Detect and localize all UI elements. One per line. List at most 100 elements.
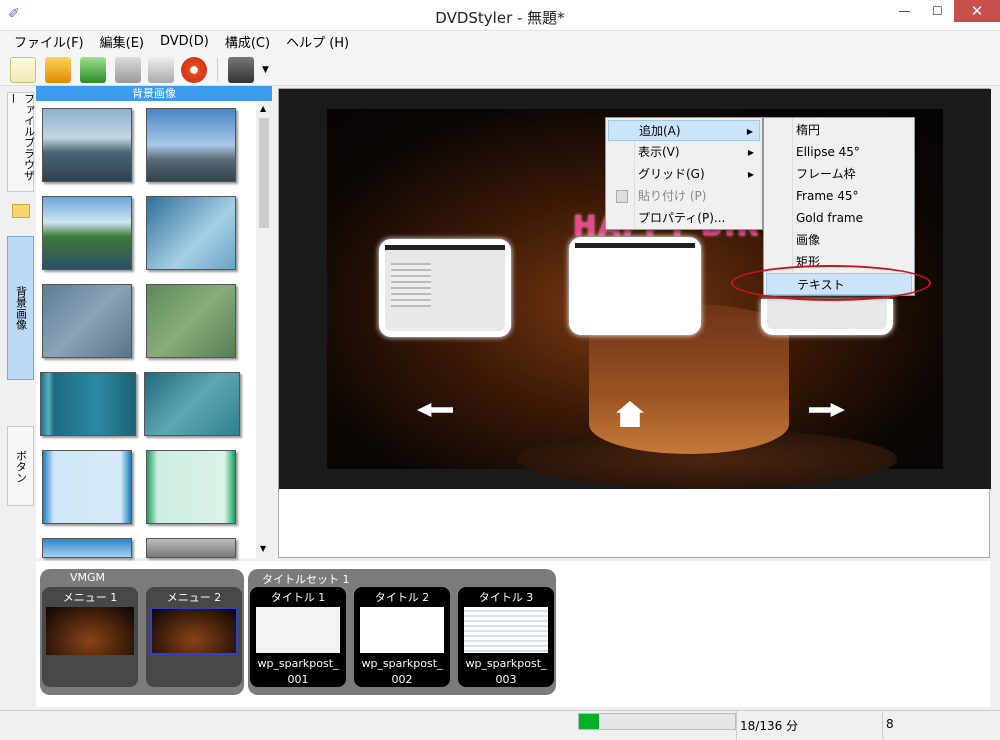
title-num: 002 (391, 673, 413, 686)
window-title: DVDStyler - 無題* (435, 9, 565, 27)
tools-icon[interactable] (148, 57, 174, 83)
save-icon[interactable] (80, 57, 106, 83)
status-divider (882, 711, 883, 739)
submenu-item-gold-frame[interactable]: Gold frame (766, 207, 912, 229)
menu-button-thumb[interactable] (569, 237, 701, 335)
panel-header: 背景画像 (36, 86, 272, 101)
submenu-arrow-icon: ▶ (747, 148, 754, 157)
menu-item-label: グリッド(G) (638, 167, 705, 181)
menu-tile-label: メニュー 2 (166, 591, 222, 604)
window-controls: — ☐ ✕ (888, 0, 1000, 24)
title-num: 003 (495, 673, 517, 686)
status-bar: 18/136 分 8 (0, 710, 1000, 740)
menu-item-properties[interactable]: プロパティ(P)... (608, 208, 760, 229)
vmgm-label: VMGM (70, 571, 106, 584)
menu-item-grid[interactable]: グリッド(G) ▶ (608, 164, 760, 185)
new-file-icon[interactable] (10, 57, 36, 83)
context-menu: 追加(A) ▶ 表示(V) ▶ グリッド(G) ▶ 貼り付け (P) プロパティ… (605, 117, 763, 230)
background-thumbnail[interactable] (146, 450, 236, 524)
title-preview (464, 607, 548, 653)
background-thumbnail[interactable] (42, 108, 132, 182)
disc-usage-progress (578, 713, 736, 730)
folder-icon[interactable] (12, 204, 30, 218)
burn-icon[interactable] (181, 57, 207, 83)
submenu-item-ellipse[interactable]: 楕円 (766, 119, 912, 141)
background-panel: 背景画像 ▲ ▼ (36, 86, 272, 558)
scroll-thumb[interactable] (259, 118, 269, 228)
background-thumbnail[interactable] (40, 372, 136, 436)
status-duration: 18/136 分 (740, 719, 799, 733)
title-tile[interactable]: タイトル 3 wp_sparkpost_ 003 (458, 587, 554, 687)
maximize-button[interactable]: ☐ (921, 0, 954, 22)
clipboard-icon (616, 190, 628, 203)
menu-dvd[interactable]: DVD(D) (152, 34, 217, 49)
next-arrow-icon[interactable] (809, 403, 845, 417)
background-thumbnail[interactable] (144, 372, 240, 436)
menu-tile-label: メニュー 1 (62, 591, 118, 604)
menu-button-thumb[interactable] (761, 299, 893, 335)
menu-file[interactable]: ファイル(F) (6, 32, 92, 51)
titleset-group: タイトルセット 1 タイトル 1 wp_sparkpost_ 001 タイトル … (248, 569, 556, 695)
progress-fill (579, 714, 599, 729)
menu-bar: ファイル(F) 編集(E) DVD(D) 構成(C) ヘルプ (H) (0, 31, 1000, 52)
status-divider (736, 711, 737, 739)
background-thumbnail[interactable] (146, 538, 236, 558)
tab-file-browser[interactable]: ファイルブラウザー (7, 92, 36, 192)
menu-preview (46, 607, 134, 655)
submenu-item-frame[interactable]: フレーム枠 (766, 163, 912, 185)
background-thumbnail[interactable] (42, 450, 132, 524)
status-count: 8 (886, 717, 894, 731)
prev-arrow-icon[interactable] (417, 403, 453, 417)
title-tile-label: タイトル 2 (374, 591, 430, 604)
title-preview (360, 607, 444, 653)
add-video-icon[interactable] (228, 57, 254, 83)
tab-buttons[interactable]: ボタン (7, 426, 34, 506)
toolbar-separator (217, 58, 218, 82)
title-tile[interactable]: タイトル 2 wp_sparkpost_ 002 (354, 587, 450, 687)
submenu-item-ellipse-45[interactable]: Ellipse 45° (766, 141, 912, 163)
menu-item-paste[interactable]: 貼り付け (P) (608, 186, 760, 207)
menu-tile[interactable]: メニュー 2 (146, 587, 242, 687)
menu-button-thumb[interactable] (379, 239, 511, 337)
background-thumbnail[interactable] (42, 284, 132, 358)
submenu-arrow-icon: ▶ (746, 127, 753, 136)
titleset-panel: VMGM メニュー 1 メニュー 2 タイトルセット 1 タイトル 1 wp_s… (36, 561, 990, 707)
tab-backgrounds[interactable]: 背景画像 (7, 236, 34, 380)
open-folder-icon[interactable] (45, 57, 71, 83)
annotation-ellipse (731, 265, 931, 301)
background-thumbnail[interactable] (146, 284, 236, 358)
close-button[interactable]: ✕ (954, 0, 1000, 22)
settings-icon[interactable] (115, 57, 141, 83)
panel-scrollbar[interactable]: ▲ ▼ (256, 102, 272, 558)
menu-item-label: 追加(A) (639, 124, 681, 138)
title-file: wp_sparkpost_ (361, 657, 443, 670)
title-file: wp_sparkpost_ (465, 657, 547, 670)
background-thumbnail[interactable] (42, 196, 132, 270)
menu-help[interactable]: ヘルプ (H) (278, 32, 357, 51)
submenu-item-frame-45[interactable]: Frame 45° (766, 185, 912, 207)
title-num: 001 (287, 673, 309, 686)
menu-tile[interactable]: メニュー 1 (42, 587, 138, 687)
menu-config[interactable]: 構成(C) (217, 32, 278, 51)
background-thumbnail[interactable] (42, 538, 132, 558)
title-tile[interactable]: タイトル 1 wp_sparkpost_ 001 (250, 587, 346, 687)
scroll-up-icon[interactable]: ▲ (260, 104, 266, 113)
title-file: wp_sparkpost_ (257, 657, 339, 670)
background-thumbnail[interactable] (146, 108, 236, 182)
submenu-arrow-icon: ▶ (747, 170, 754, 179)
menu-edit[interactable]: 編集(E) (92, 32, 152, 51)
menu-item-label: プロパティ(P)... (638, 211, 726, 225)
minimize-button[interactable]: — (888, 0, 921, 22)
menu-item-label: 貼り付け (P) (638, 189, 707, 203)
submenu-item-image[interactable]: 画像 (766, 229, 912, 251)
toolbar: ▼ (0, 52, 1000, 86)
menu-item-add[interactable]: 追加(A) ▶ (608, 120, 760, 141)
dropdown-icon[interactable]: ▼ (262, 65, 269, 75)
menu-item-view[interactable]: 表示(V) ▶ (608, 142, 760, 163)
menu-item-label: 表示(V) (638, 145, 680, 159)
vmgm-group: VMGM メニュー 1 メニュー 2 (40, 569, 244, 695)
titleset-label: タイトルセット 1 (262, 573, 350, 586)
background-thumbnail[interactable] (146, 196, 236, 270)
title-preview (256, 607, 340, 653)
scroll-down-icon[interactable]: ▼ (260, 544, 266, 553)
